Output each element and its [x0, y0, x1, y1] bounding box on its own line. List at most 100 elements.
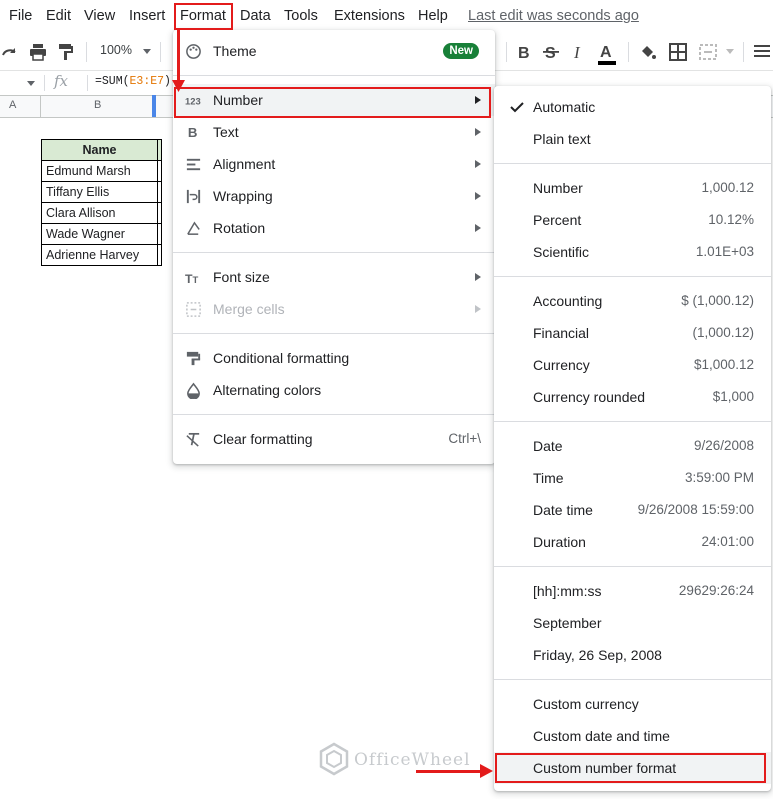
number-option-automatic[interactable]: Automatic [494, 91, 771, 123]
option-label: Currency [533, 357, 590, 373]
text-color-icon[interactable]: A [597, 42, 617, 68]
table-cell[interactable] [157, 181, 162, 203]
formula-input[interactable]: =SUM(E3:E7) [95, 75, 171, 88]
table-cell[interactable] [157, 139, 162, 161]
number-option-hh-mm-ss[interactable]: [hh]:mm:ss 29629:26:24 [494, 575, 771, 607]
menu-divider [494, 421, 771, 422]
fill-color-icon[interactable] [638, 42, 658, 62]
number-option-scientific[interactable]: Scientific 1.01E+03 [494, 236, 771, 268]
menu-extensions[interactable]: Extensions [334, 6, 405, 26]
bold-icon: B [188, 125, 198, 140]
option-example: 1.01E+03 [695, 244, 754, 259]
number-option-date-time[interactable]: Date time 9/26/2008 15:59:00 [494, 494, 771, 526]
menu-item-clear-formatting[interactable]: Clear formatting Ctrl+\ [173, 423, 495, 455]
number-option-custom-number-format[interactable]: Custom number format [494, 752, 771, 784]
menu-divider [494, 276, 771, 277]
table-row: Edmund Marsh [41, 160, 162, 182]
menu-item-wrapping[interactable]: Wrapping [173, 180, 495, 212]
name-box-dropdown-icon[interactable] [27, 81, 35, 86]
table-cell[interactable] [157, 202, 162, 224]
menu-item-merge-cells: Merge cells [173, 293, 495, 325]
column-resize-handle[interactable] [152, 95, 156, 117]
number-option-currency-rounded[interactable]: Currency rounded $1,000 [494, 381, 771, 413]
menu-item-font-size[interactable]: TT Font size [173, 261, 495, 293]
menu-divider [494, 566, 771, 567]
menu-item-theme[interactable]: Theme New [173, 35, 495, 67]
table-cell[interactable] [157, 160, 162, 182]
table-cell[interactable]: Tiffany Ellis [41, 181, 158, 203]
toolbar-divider [628, 42, 629, 62]
option-label: Number [533, 180, 583, 196]
menu-item-text[interactable]: B Text [173, 116, 495, 148]
table-cell[interactable] [157, 244, 162, 266]
number-option-financial[interactable]: Financial (1,000.12) [494, 317, 771, 349]
chevron-down-icon [726, 49, 734, 54]
fx-icon: fx [54, 72, 69, 90]
svg-text:123: 123 [185, 96, 201, 107]
menu-item-number[interactable]: 123 Number [173, 84, 495, 116]
number-option-custom-currency[interactable]: Custom currency [494, 688, 771, 720]
table-cell[interactable]: Wade Wagner [41, 223, 158, 245]
number-option-percent[interactable]: Percent 10.12% [494, 204, 771, 236]
option-label: [hh]:mm:ss [533, 583, 602, 599]
toolbar-divider [743, 42, 744, 62]
table-cell[interactable]: Edmund Marsh [41, 160, 158, 182]
number-option-accounting[interactable]: Accounting $ (1,000.12) [494, 285, 771, 317]
borders-icon[interactable] [668, 42, 688, 62]
table-cell[interactable]: Clara Allison [41, 202, 158, 224]
option-label: Currency rounded [533, 389, 646, 405]
table-cell[interactable] [157, 223, 162, 245]
svg-text:B: B [518, 45, 530, 62]
number-option-plain-text[interactable]: Plain text [494, 123, 771, 155]
header-cell-name[interactable]: Name [41, 139, 158, 161]
zoom-select[interactable]: 100% [100, 43, 132, 57]
number-option-date[interactable]: Date 9/26/2008 [494, 430, 771, 462]
bold-icon[interactable]: B [514, 42, 534, 62]
number-option-currency[interactable]: Currency $1,000.12 [494, 349, 771, 381]
chevron-right-icon [475, 224, 481, 232]
menu-insert[interactable]: Insert [129, 6, 165, 26]
option-label: Custom currency [533, 696, 639, 712]
menu-help[interactable]: Help [418, 6, 448, 26]
option-label: Percent [533, 212, 582, 228]
menu-tools[interactable]: Tools [284, 6, 318, 26]
svg-text:I: I [573, 43, 581, 62]
menu-data[interactable]: Data [240, 6, 271, 26]
menu-item-rotation[interactable]: Rotation [173, 212, 495, 244]
number-option-custom-date-time[interactable]: Custom date and time [494, 720, 771, 752]
column-header-a[interactable]: A [9, 99, 16, 111]
align-icon[interactable] [752, 42, 772, 62]
menu-view[interactable]: View [84, 6, 115, 26]
number-option-time[interactable]: Time 3:59:00 PM [494, 462, 771, 494]
menu-edit[interactable]: Edit [46, 6, 71, 26]
option-example: 24:01:00 [701, 534, 754, 549]
redo-icon[interactable] [0, 42, 20, 62]
paint-format-icon[interactable] [56, 42, 76, 62]
menu-format[interactable]: Format [180, 6, 226, 26]
option-example: 9/26/2008 [693, 438, 754, 453]
arrow-right-icon [480, 764, 493, 778]
column-header-b[interactable]: B [94, 99, 101, 111]
chevron-down-icon[interactable] [143, 49, 151, 54]
menu-divider [173, 333, 495, 334]
italic-icon[interactable]: I [570, 42, 590, 62]
option-label: Duration [533, 534, 586, 550]
last-edit-link[interactable]: Last edit was seconds ago [468, 6, 639, 26]
watermark-text: OfficeWheel [354, 750, 471, 770]
number-option-month[interactable]: September [494, 607, 771, 639]
menu-file[interactable]: File [9, 6, 32, 26]
table-cell[interactable]: Adrienne Harvey [41, 244, 158, 266]
formula-prefix: =SUM( [95, 75, 130, 88]
menu-item-alternating-colors[interactable]: Alternating colors [173, 374, 495, 406]
print-icon[interactable] [28, 42, 48, 62]
number-option-number[interactable]: Number 1,000.12 [494, 172, 771, 204]
number-option-full-date[interactable]: Friday, 26 Sep, 2008 [494, 639, 771, 671]
menu-item-alignment[interactable]: Alignment [173, 148, 495, 180]
menu-item-conditional-formatting[interactable]: Conditional formatting [173, 342, 495, 374]
strikethrough-icon[interactable]: S [542, 42, 562, 62]
annotation-arrow-line [416, 770, 482, 773]
chevron-right-icon [475, 96, 481, 104]
option-example: $1,000 [712, 389, 754, 404]
number-option-duration[interactable]: Duration 24:01:00 [494, 526, 771, 558]
option-label: Automatic [533, 99, 596, 115]
